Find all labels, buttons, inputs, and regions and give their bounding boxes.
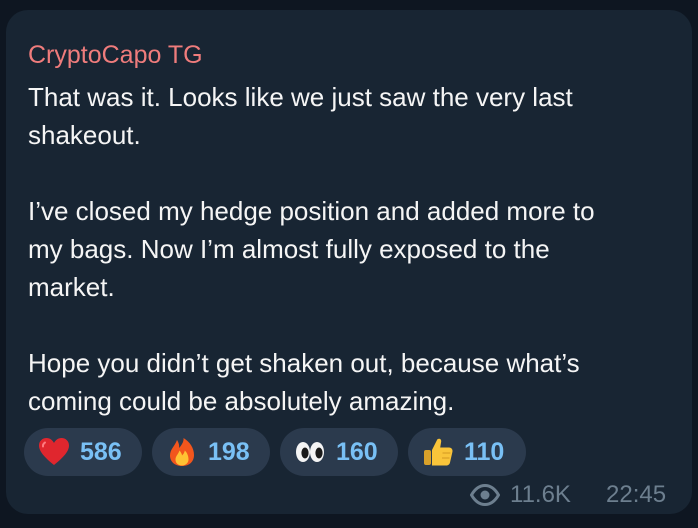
eyes-icon bbox=[294, 437, 326, 467]
text-line: I’ve closed my hedge position and added … bbox=[28, 196, 595, 226]
message-text: That was it. Looks like we just saw the … bbox=[28, 78, 678, 420]
message-time: 22:45 bbox=[606, 481, 667, 508]
text-line: Hope you didn’t get shaken out, because … bbox=[28, 348, 580, 378]
reaction-fire[interactable]: 198 bbox=[152, 428, 270, 476]
text-line: coming could be absolutely amazing. bbox=[28, 386, 455, 416]
message-paragraph: Hope you didn’t get shaken out, because … bbox=[28, 344, 678, 420]
fire-icon bbox=[166, 437, 198, 467]
views-count: 11.6K bbox=[510, 481, 571, 508]
reaction-eyes[interactable]: 160 bbox=[280, 428, 398, 476]
text-line: my bags. Now I’m almost fully exposed to… bbox=[28, 234, 550, 264]
reaction-count: 160 bbox=[336, 438, 378, 466]
reaction-count: 198 bbox=[208, 438, 250, 466]
message-paragraph: That was it. Looks like we just saw the … bbox=[28, 78, 678, 154]
reaction-heart[interactable]: 586 bbox=[24, 428, 142, 476]
text-line: market. bbox=[28, 272, 115, 302]
eye-icon bbox=[469, 483, 501, 514]
thumbs-up-icon bbox=[422, 437, 454, 467]
message-meta: 11.6K 22:45 bbox=[469, 480, 667, 510]
message-paragraph: I’ve closed my hedge position and added … bbox=[28, 192, 678, 306]
reaction-thumbs-up[interactable]: 110 bbox=[408, 428, 526, 476]
message-bubble: CryptoCapo TG That was it. Looks like we… bbox=[6, 10, 692, 514]
reaction-count: 110 bbox=[464, 438, 505, 466]
reaction-count: 586 bbox=[80, 438, 122, 466]
sender-name[interactable]: CryptoCapo TG bbox=[28, 40, 203, 70]
text-line: That was it. Looks like we just saw the … bbox=[28, 82, 573, 112]
text-line: shakeout. bbox=[28, 120, 141, 150]
red-heart-icon bbox=[38, 437, 70, 467]
